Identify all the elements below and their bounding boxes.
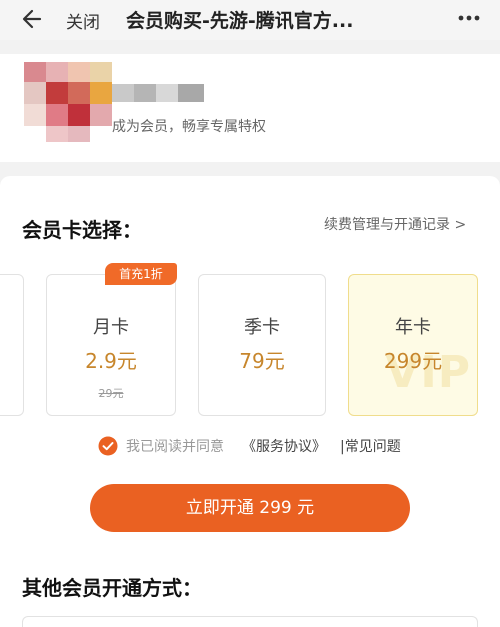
username-blurred bbox=[112, 84, 204, 102]
profile-card: 成为会员，畅享专属特权 bbox=[0, 54, 500, 162]
plan-card-offscreen[interactable] bbox=[0, 274, 24, 416]
other-methods-card bbox=[22, 616, 478, 627]
back-arrow-icon[interactable] bbox=[20, 6, 46, 32]
more-dots-icon[interactable] bbox=[456, 8, 482, 28]
section-title: 会员卡选择： bbox=[22, 218, 142, 242]
page-title: 会员购买-先游-腾讯官方... bbox=[126, 10, 354, 32]
plan-card-monthly[interactable]: 首充1折 月卡 2.9元 29元 bbox=[46, 263, 177, 416]
checkmark-circle-icon[interactable] bbox=[98, 436, 118, 456]
agreement-text: 我已阅读并同意 bbox=[126, 439, 224, 455]
plan-price: 299元 bbox=[383, 349, 443, 373]
plan-card-quarterly[interactable]: 季卡 79元 bbox=[198, 274, 326, 416]
renew-management-link[interactable]: 续费管理与开通记录 > bbox=[324, 214, 466, 234]
profile-subtitle: 成为会员，畅享专属特权 bbox=[112, 119, 266, 135]
plan-name: 年卡 bbox=[395, 317, 431, 338]
avatar bbox=[20, 62, 112, 142]
top-bar: 关闭 会员购买-先游-腾讯官方... bbox=[0, 0, 500, 40]
plan-original-price: 29元 bbox=[98, 387, 124, 400]
plan-price: 79元 bbox=[239, 349, 285, 373]
membership-section: 会员卡选择： 续费管理与开通记录 > 首充1折 月卡 2.9元 29元 季卡 7… bbox=[0, 176, 500, 627]
discount-badge: 首充1折 bbox=[105, 263, 177, 285]
service-agreement-link[interactable]: 《服务协议》 bbox=[242, 436, 326, 456]
other-methods-title: 其他会员开通方式： bbox=[22, 576, 202, 600]
plan-name: 月卡 bbox=[93, 317, 129, 338]
plan-name: 季卡 bbox=[244, 317, 280, 338]
plan-card-yearly[interactable]: VIP 年卡 299元 bbox=[348, 274, 478, 416]
buy-now-button[interactable]: 立即开通 299 元 bbox=[90, 484, 410, 532]
close-button[interactable]: 关闭 bbox=[66, 8, 100, 33]
plan-price: 2.9元 bbox=[85, 349, 137, 373]
faq-link[interactable]: |常见问题 bbox=[340, 436, 401, 456]
